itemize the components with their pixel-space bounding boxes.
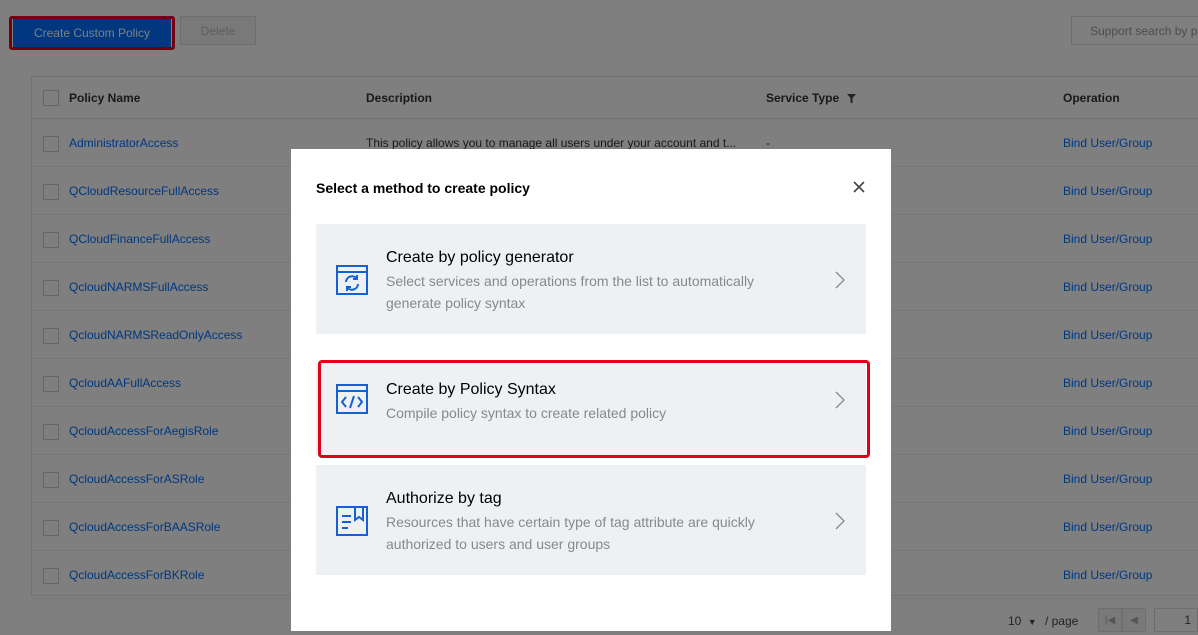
dialog-title: Select a method to create policy [316, 180, 530, 196]
tag-authorize-icon [336, 506, 368, 536]
option-title: Authorize by tag [386, 490, 502, 507]
option-title: Create by Policy Syntax [386, 381, 556, 398]
chevron-right-icon [834, 271, 846, 289]
option-description: Resources that have certain type of tag … [386, 514, 755, 552]
option-description: Select services and operations from the … [386, 273, 755, 311]
option-authorize-by-tag[interactable]: Authorize by tag Resources that have cer… [316, 465, 866, 575]
option-title: Create by policy generator [386, 249, 574, 266]
close-icon[interactable] [851, 179, 867, 195]
chevron-right-icon [834, 391, 846, 409]
code-syntax-icon [336, 384, 368, 414]
create-policy-method-dialog: Select a method to create policy Create … [291, 149, 891, 631]
option-description: Compile policy syntax to create related … [386, 405, 667, 421]
chevron-right-icon [834, 512, 846, 530]
option-policy-generator[interactable]: Create by policy generator Select servic… [316, 224, 866, 334]
option-policy-syntax[interactable]: Create by Policy Syntax Compile policy s… [316, 363, 866, 455]
policy-generator-icon [336, 265, 368, 295]
